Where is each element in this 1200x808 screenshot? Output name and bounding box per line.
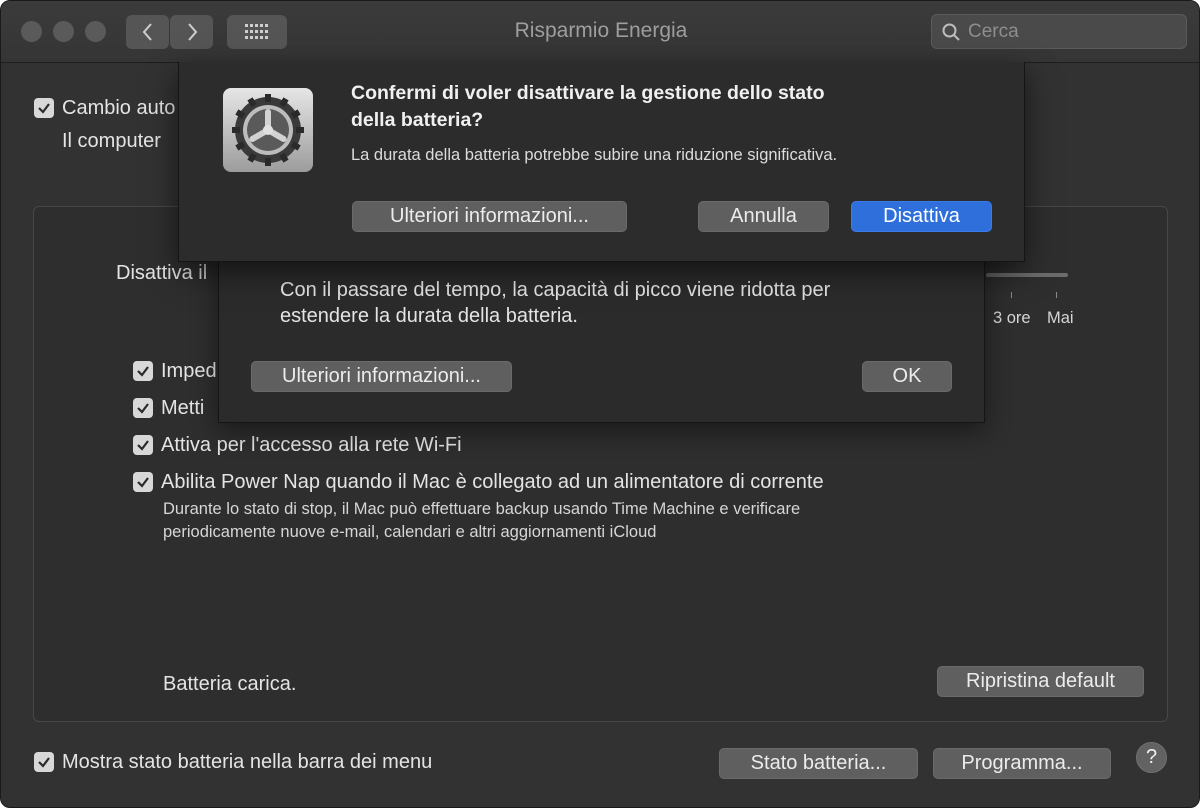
alert-more-info-button[interactable]: Ulteriori informazioni...	[352, 201, 627, 232]
title-bar: Risparmio Energia	[1, 1, 1199, 63]
battery-health-description-line-1: Con il passare del tempo, la capacità di…	[280, 279, 831, 301]
battery-state-button[interactable]: Stato batteria...	[719, 748, 918, 779]
slider-tick-label-3h: 3 ore	[993, 309, 1031, 327]
system-preferences-window: Risparmio Energia Cambio auto Il compute…	[0, 0, 1200, 808]
battery-health-description-line-2: estendere la durata della batteria.	[280, 305, 578, 327]
power-nap-checkbox[interactable]	[133, 472, 153, 492]
auto-switch-label: Cambio auto	[62, 97, 176, 119]
put-disks-to-sleep-checkbox[interactable]	[133, 398, 153, 418]
prevent-sleep-label: Imped	[161, 360, 217, 382]
checkmark-icon	[137, 366, 149, 377]
put-disks-to-sleep-label: Metti	[161, 397, 205, 419]
search-input[interactable]	[968, 15, 1178, 48]
slider-tick	[1056, 292, 1057, 298]
more-info-button[interactable]: Ulteriori informazioni...	[251, 361, 512, 392]
search-icon	[942, 23, 960, 41]
system-preferences-gear-icon	[223, 88, 313, 172]
confirm-alert-sheet: Confermi di voler disattivare la gestion…	[178, 62, 1025, 262]
alert-message: La durata della batteria potrebbe subire…	[351, 146, 838, 164]
wake-for-wifi-checkbox[interactable]	[133, 435, 153, 455]
checkmark-icon	[38, 757, 50, 768]
wake-for-wifi-label: Attiva per l'accesso alla rete Wi-Fi	[161, 434, 462, 456]
checkmark-icon	[137, 477, 149, 488]
show-battery-status-label: Mostra stato batteria nella barra dei me…	[62, 751, 433, 773]
restore-defaults-button[interactable]: Ripristina default	[937, 666, 1144, 697]
power-nap-label: Abilita Power Nap quando il Mac è colleg…	[161, 471, 824, 493]
alert-title-line-1: Confermi di voler disattivare la gestion…	[351, 82, 825, 104]
display-off-slider[interactable]	[986, 273, 1068, 277]
alert-title-line-2: della batteria?	[351, 109, 484, 131]
disable-button[interactable]: Disattiva	[851, 201, 992, 232]
ok-button[interactable]: OK	[862, 361, 952, 392]
checkmark-icon	[137, 403, 149, 414]
slider-tick-label-never: Mai	[1047, 309, 1074, 327]
slider-tick	[1011, 292, 1012, 298]
cancel-button[interactable]: Annulla	[698, 201, 829, 232]
show-battery-status-checkbox[interactable]	[34, 752, 54, 772]
help-button[interactable]: ?	[1136, 742, 1167, 773]
auto-switch-description: Il computer	[62, 130, 161, 152]
power-nap-description-line-1: Durante lo stato di stop, il Mac può eff…	[163, 500, 801, 518]
prevent-sleep-checkbox[interactable]	[133, 361, 153, 381]
auto-switch-checkbox[interactable]	[34, 98, 54, 118]
battery-health-sheet: Con il passare del tempo, la capacità di…	[218, 241, 985, 423]
power-nap-description-line-2: periodicamente nuove e-mail, calendari e…	[163, 523, 657, 541]
checkmark-icon	[38, 103, 50, 114]
display-off-label: Disattiva il	[116, 262, 208, 284]
schedule-button[interactable]: Programma...	[933, 748, 1111, 779]
battery-status-text: Batteria carica.	[163, 673, 297, 695]
search-field[interactable]	[931, 14, 1187, 49]
checkmark-icon	[137, 440, 149, 451]
